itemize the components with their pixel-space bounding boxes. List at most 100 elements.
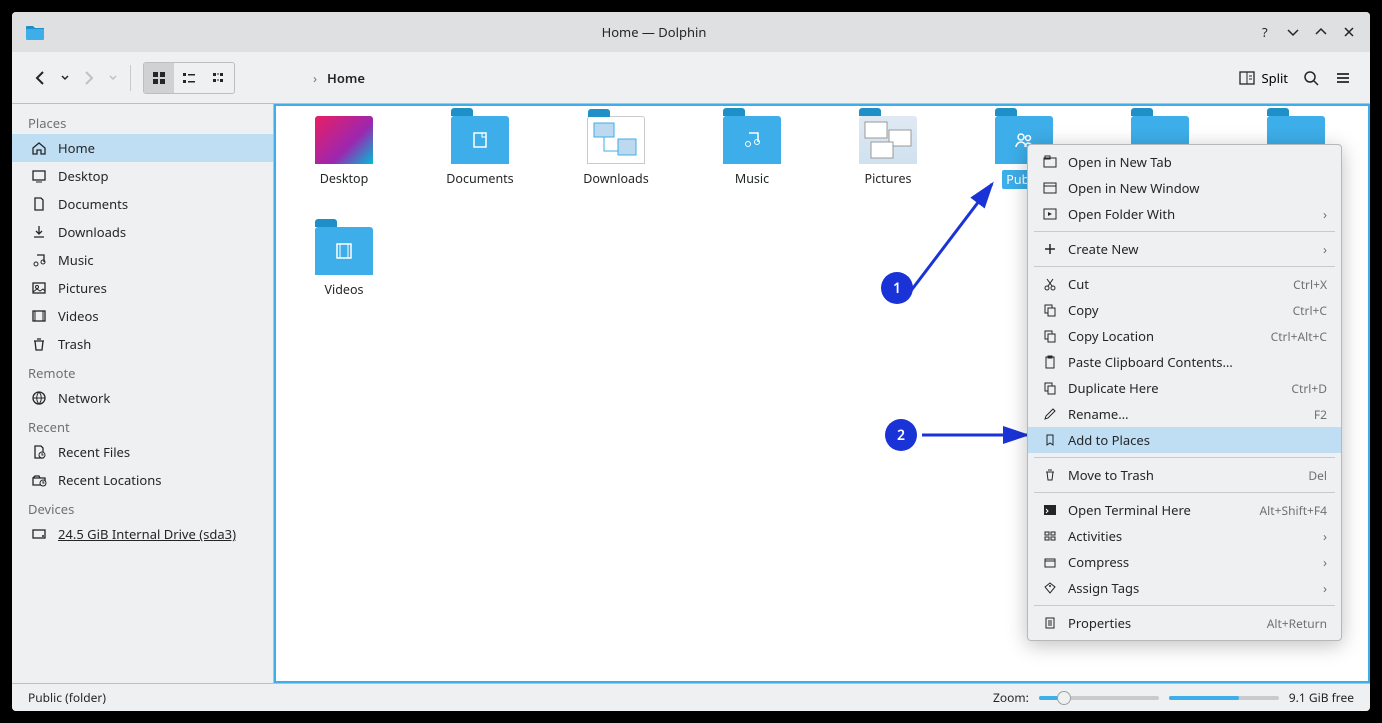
cm-copy-location[interactable]: Copy LocationCtrl+Alt+C [1028,323,1341,349]
music-icon [30,251,48,269]
chevron-right-icon: › [313,69,317,87]
sidebar-item-music[interactable]: Music [12,246,273,274]
archive-icon [1042,554,1058,570]
cm-move-to-trash[interactable]: Move to TrashDel [1028,462,1341,488]
app-folder-icon [24,21,46,43]
separator [1034,457,1335,458]
free-space-bar [1169,696,1279,700]
folder-music[interactable]: Music [704,116,800,189]
cm-add-to-places[interactable]: Add to Places [1028,427,1341,453]
sidebar-item-trash[interactable]: Trash [12,330,273,358]
split-view-button[interactable]: Split [1239,69,1288,87]
window-frame: Home — Dolphin ? › Home Split [12,12,1370,711]
status-text: Public (folder) [28,689,106,706]
separator [1034,605,1335,606]
sidebar-section-places: Places [12,108,273,134]
folder-icon [587,116,645,164]
sidebar-item-documents[interactable]: Documents [12,190,273,218]
sidebar-item-desktop[interactable]: Desktop [12,162,273,190]
back-dropdown[interactable] [60,67,70,89]
chevron-right-icon: › [1323,240,1327,258]
sidebar-item-downloads[interactable]: Downloads [12,218,273,246]
cm-properties[interactable]: PropertiesAlt+Return [1028,610,1341,636]
properties-icon [1042,615,1058,631]
cm-cut[interactable]: CutCtrl+X [1028,271,1341,297]
window-title: Home — Dolphin [52,23,1256,41]
cm-compress[interactable]: Compress› [1028,549,1341,575]
details-view-button[interactable] [204,63,234,93]
downloads-icon [30,223,48,241]
hamburger-icon [1334,69,1352,87]
minimize-button[interactable] [1284,23,1302,41]
activities-icon [1042,528,1058,544]
folder-downloads[interactable]: Downloads [568,116,664,189]
toolbar: › Home Split [12,52,1370,104]
cm-assign-tags[interactable]: Assign Tags› [1028,575,1341,601]
cm-open-with[interactable]: Open Folder With› [1028,201,1341,227]
chevron-right-icon: › [1323,205,1327,223]
cm-paste[interactable]: Paste Clipboard Contents… [1028,349,1341,375]
sidebar-item-internal-drive[interactable]: 24.5 GiB Internal Drive (sda3) [12,520,273,548]
separator [1034,492,1335,493]
sidebar-section-devices: Devices [12,494,273,520]
status-bar: Public (folder) Zoom: 9.1 GiB free [12,683,1370,711]
cm-activities[interactable]: Activities› [1028,523,1341,549]
breadcrumb-home[interactable]: Home [327,69,365,87]
tab-icon [1042,154,1058,170]
play-icon [1042,206,1058,222]
icons-view-button[interactable] [144,63,174,93]
sidebar: Places Home Desktop Documents Downloads … [12,104,274,683]
cm-open-tab[interactable]: Open in New Tab [1028,149,1341,175]
chevron-right-icon: › [1323,527,1327,545]
documents-icon [30,195,48,213]
compact-view-button[interactable] [174,63,204,93]
separator [1034,266,1335,267]
folder-documents[interactable]: Documents [432,116,528,189]
sidebar-item-home[interactable]: Home [12,134,273,162]
sidebar-item-network[interactable]: Network [12,384,273,412]
cm-duplicate[interactable]: Duplicate HereCtrl+D [1028,375,1341,401]
maximize-button[interactable] [1312,23,1330,41]
cm-open-window[interactable]: Open in New Window [1028,175,1341,201]
split-icon [1239,70,1255,86]
annotation-badge-1: 1 [881,272,913,304]
cm-create-new[interactable]: Create New› [1028,236,1341,262]
titlebar: Home — Dolphin ? [12,12,1370,52]
cm-copy[interactable]: CopyCtrl+C [1028,297,1341,323]
zoom-label: Zoom: [993,689,1029,706]
zoom-slider[interactable] [1039,696,1159,700]
breadcrumb[interactable]: › Home [313,69,365,87]
terminal-icon [1042,502,1058,518]
clipboard-icon [1042,354,1058,370]
chevron-right-icon: › [1323,579,1327,597]
back-button[interactable] [30,67,52,89]
folder-icon [723,116,781,164]
folder-desktop[interactable]: Desktop [296,116,392,189]
help-button[interactable]: ? [1256,23,1274,41]
free-space-text: 9.1 GiB free [1289,689,1354,706]
bookmark-icon [1042,432,1058,448]
sidebar-item-recent-files[interactable]: Recent Files [12,438,273,466]
sidebar-item-recent-locations[interactable]: Recent Locations [12,466,273,494]
search-icon [1302,69,1320,87]
cm-open-terminal[interactable]: Open Terminal HereAlt+Shift+F4 [1028,497,1341,523]
folder-icon [315,227,373,275]
search-button[interactable] [1302,69,1320,87]
pictures-icon [30,279,48,297]
sidebar-item-videos[interactable]: Videos [12,302,273,330]
forward-button[interactable] [78,67,100,89]
annotation-arrow-2 [907,420,1047,450]
home-icon [30,139,48,157]
chevron-right-icon: › [1323,553,1327,571]
copy-location-icon [1042,328,1058,344]
close-button[interactable] [1340,23,1358,41]
videos-icon [30,307,48,325]
folder-videos[interactable]: Videos [296,227,392,298]
view-mode-group [143,62,235,94]
menu-button[interactable] [1334,69,1352,87]
forward-dropdown[interactable] [108,67,118,89]
window-icon [1042,180,1058,196]
sidebar-item-pictures[interactable]: Pictures [12,274,273,302]
cm-rename[interactable]: Rename…F2 [1028,401,1341,427]
recent-locations-icon [30,471,48,489]
